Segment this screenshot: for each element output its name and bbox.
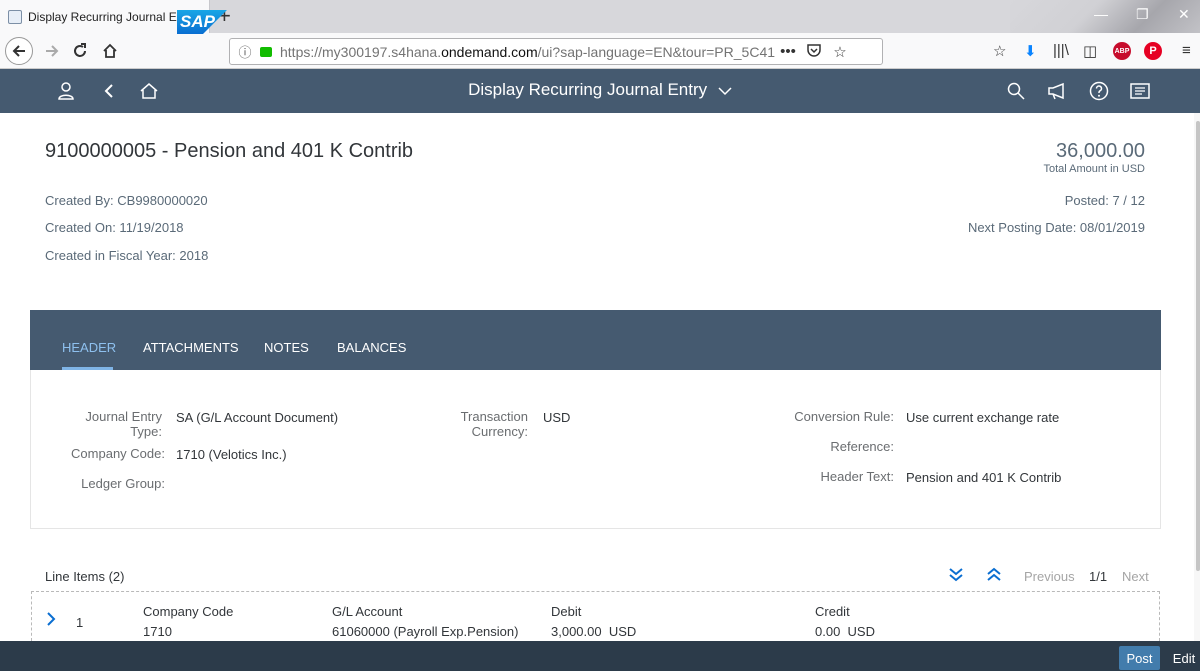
company-code-value: 1710 (Velotics Inc.) xyxy=(176,447,287,462)
journal-entry-type-label: Journal Entry Type: xyxy=(60,409,162,439)
header-text-label: Header Text: xyxy=(820,469,894,484)
row-number: 1 xyxy=(76,615,84,630)
collapse-all-icon[interactable] xyxy=(986,566,1002,587)
header-text-value: Pension and 401 K Contrib xyxy=(906,470,1062,485)
created-on: Created On: 11/19/2018 xyxy=(45,220,184,235)
edit-button[interactable]: Edit xyxy=(1168,646,1200,670)
footer-toolbar xyxy=(0,641,1200,671)
company-code-label: Company Code: xyxy=(71,446,165,461)
row-company-code: 1710 xyxy=(143,624,172,639)
column-header-gl-account: G/L Account xyxy=(332,604,403,619)
library-icon[interactable]: |||\ xyxy=(1053,42,1069,59)
anchor-notes[interactable]: NOTES xyxy=(264,340,309,355)
conversion-rule-label: Conversion Rule: xyxy=(794,409,894,424)
url-path: /ui?sap-language=EN&tour=PR_5C414D3EF xyxy=(537,43,775,60)
bookmarks-icon[interactable]: ☆ xyxy=(993,42,1006,60)
row-debit: 3,000.00 USD xyxy=(551,624,637,639)
url-text[interactable]: https://my300197.s4hana.ondemand.com/ui?… xyxy=(280,44,775,60)
reload-icon[interactable] xyxy=(66,37,94,65)
column-header-debit: Debit xyxy=(551,604,582,619)
conversion-rule-value: Use current exchange rate xyxy=(906,410,1060,425)
previous-link[interactable]: Previous xyxy=(1024,569,1075,584)
info-icon[interactable]: ⓘ xyxy=(234,42,256,61)
menu-icon[interactable]: ≡ xyxy=(1182,42,1191,59)
minimize-icon[interactable]: — xyxy=(1094,6,1108,22)
help-icon[interactable] xyxy=(1088,80,1110,102)
next-posting-date: Next Posting Date: 08/01/2019 xyxy=(967,220,1145,235)
vertical-scrollbar[interactable] xyxy=(1194,113,1200,641)
url-domain: ondemand.com xyxy=(441,43,538,60)
page-favicon-icon xyxy=(8,9,22,24)
reference-label: Reference: xyxy=(830,439,894,454)
window-close-icon[interactable]: ✕ xyxy=(1178,6,1190,23)
created-fiscal-year: Created in Fiscal Year: 2018 xyxy=(45,248,209,263)
anchor-attachments[interactable]: ATTACHMENTS xyxy=(143,340,239,355)
expand-all-icon[interactable] xyxy=(948,566,964,587)
scrollbar-thumb[interactable] xyxy=(1196,121,1200,571)
anchor-balances[interactable]: BALANCES xyxy=(337,340,406,355)
browser-tab-title: Display Recurring Journal Entry xyxy=(28,9,187,24)
next-link[interactable]: Next xyxy=(1122,569,1149,584)
back-icon[interactable] xyxy=(5,37,33,65)
download-icon[interactable]: ⬇ xyxy=(1024,42,1037,60)
expand-row-icon[interactable] xyxy=(46,611,56,632)
row-gl-account: 61060000 (Payroll Exp.Pension) xyxy=(332,624,519,639)
total-amount: 36,000.00 xyxy=(1056,140,1145,162)
restore-icon[interactable]: ❐ xyxy=(1136,6,1149,23)
announcement-icon[interactable] xyxy=(1046,80,1068,102)
transaction-currency-label: Transaction Currency: xyxy=(440,409,528,439)
page-actions-icon[interactable]: ••• xyxy=(775,43,801,60)
journal-entry-type-label-line2: Type: xyxy=(130,424,162,439)
posted-count: Posted: 7 / 12 xyxy=(1064,193,1145,208)
transaction-currency-label-line1: Transaction xyxy=(460,409,528,424)
app-title: Display Recurring Journal Entry xyxy=(468,80,708,99)
total-amount-label: Total Amount in USD xyxy=(1043,163,1146,175)
pocket-icon[interactable] xyxy=(801,43,827,61)
column-header-credit: Credit xyxy=(815,604,850,619)
line-items-title: Line Items (2) xyxy=(45,569,125,584)
url-bar[interactable]: ⓘ https://my300197.s4hana.ondemand.com/u… xyxy=(229,38,883,65)
bookmark-star-icon[interactable]: ☆ xyxy=(827,43,853,61)
chevron-down-icon xyxy=(718,81,732,101)
ledger-group-label: Ledger Group: xyxy=(81,476,165,491)
adblock-icon[interactable]: ABP xyxy=(1113,42,1131,60)
created-by: Created By: CB9980000020 xyxy=(45,193,208,208)
lock-icon xyxy=(260,46,272,57)
column-header-company-code: Company Code xyxy=(143,604,234,619)
transaction-currency-label-line2: Currency: xyxy=(471,424,528,439)
notifications-icon[interactable] xyxy=(1129,80,1151,102)
journal-entry-type-label-line1: Journal Entry xyxy=(85,409,162,424)
url-plain: https://my300197.s4hana. xyxy=(280,43,442,60)
page-indicator: 1/1 xyxy=(1089,569,1108,584)
post-button[interactable]: Post xyxy=(1119,646,1160,670)
anchor-header[interactable]: HEADER xyxy=(62,340,116,355)
sidebar-icon[interactable]: ◫ xyxy=(1083,42,1097,60)
row-credit: 0.00 USD xyxy=(815,624,875,639)
forward-icon[interactable] xyxy=(38,37,66,65)
browser-nav-bar: ⓘ https://my300197.s4hana.ondemand.com/u… xyxy=(0,33,1200,69)
transaction-currency-value: USD xyxy=(543,410,571,425)
active-anchor-indicator xyxy=(62,367,113,370)
search-icon[interactable] xyxy=(1005,80,1027,102)
pinterest-icon[interactable]: P xyxy=(1144,42,1162,60)
object-title: 9100000005 - Pension and 401 K Contrib xyxy=(45,140,414,162)
home-icon[interactable] xyxy=(96,37,124,65)
journal-entry-type-value: SA (G/L Account Document) xyxy=(176,410,339,425)
